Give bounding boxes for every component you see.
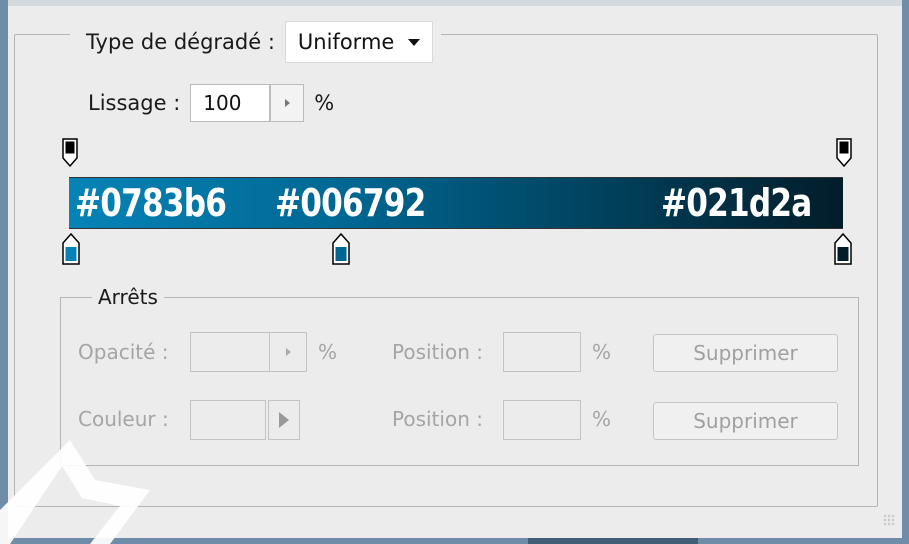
watermark-logo: [0, 440, 150, 544]
smoothing-row: Lissage : 100 %: [88, 84, 334, 122]
opacity-stop-icon[interactable]: [62, 138, 78, 168]
opacity-position-unit: %: [592, 340, 612, 364]
color-stop-icon[interactable]: [62, 233, 80, 265]
smoothing-stepper-button[interactable]: [270, 84, 305, 122]
caret-down-icon: [408, 38, 421, 46]
opacity-input[interactable]: [190, 332, 270, 372]
color-stop-icon[interactable]: [332, 233, 350, 265]
opacity-label: Opacité :: [78, 340, 169, 364]
smoothing-label: Lissage :: [88, 91, 181, 115]
gradient-preview-bar[interactable]: #0783b6 #006792 #021d2a: [69, 177, 843, 229]
opacity-position-input[interactable]: [503, 332, 581, 372]
resize-grip-icon[interactable]: [883, 514, 895, 526]
delete-opacity-stop-button[interactable]: Supprimer: [653, 334, 838, 372]
triangle-right-icon: [285, 348, 291, 356]
window-right-edge: [902, 0, 909, 544]
opacity-unit: %: [318, 340, 338, 364]
smoothing-unit: %: [314, 91, 335, 115]
color-position-label: Position :: [392, 407, 483, 431]
color-stop-icon[interactable]: [834, 233, 852, 265]
smoothing-input[interactable]: 100: [190, 84, 271, 122]
gradient-type-row: Type de dégradé : Uniforme: [70, 20, 442, 64]
color-position-unit: %: [592, 407, 612, 431]
opacity-position-label: Position :: [392, 340, 483, 364]
gradient-label-start: #0783b6: [75, 181, 227, 225]
window-top-edge: [8, 0, 902, 6]
opacity-stop-icon[interactable]: [836, 138, 852, 168]
color-swatch[interactable]: [190, 400, 266, 440]
gradient-label-end: #021d2a: [661, 181, 812, 225]
delete-color-stop-button[interactable]: Supprimer: [653, 402, 838, 440]
opacity-stepper-button[interactable]: [269, 332, 307, 372]
stops-group-title: Arrêts: [92, 285, 164, 309]
gradient-label-mid: #006792: [275, 181, 426, 225]
gradient-type-dropdown[interactable]: Uniforme: [284, 21, 434, 63]
gradient-type-value: Uniforme: [297, 30, 395, 54]
triangle-right-icon: [279, 412, 289, 428]
gradient-editor-window: Type de dégradé : Uniforme Lissage : 100…: [0, 0, 909, 544]
gradient-type-label: Type de dégradé :: [86, 30, 275, 54]
color-picker-button[interactable]: [268, 400, 300, 440]
triangle-right-icon: [284, 99, 290, 107]
color-position-input[interactable]: [503, 400, 581, 440]
